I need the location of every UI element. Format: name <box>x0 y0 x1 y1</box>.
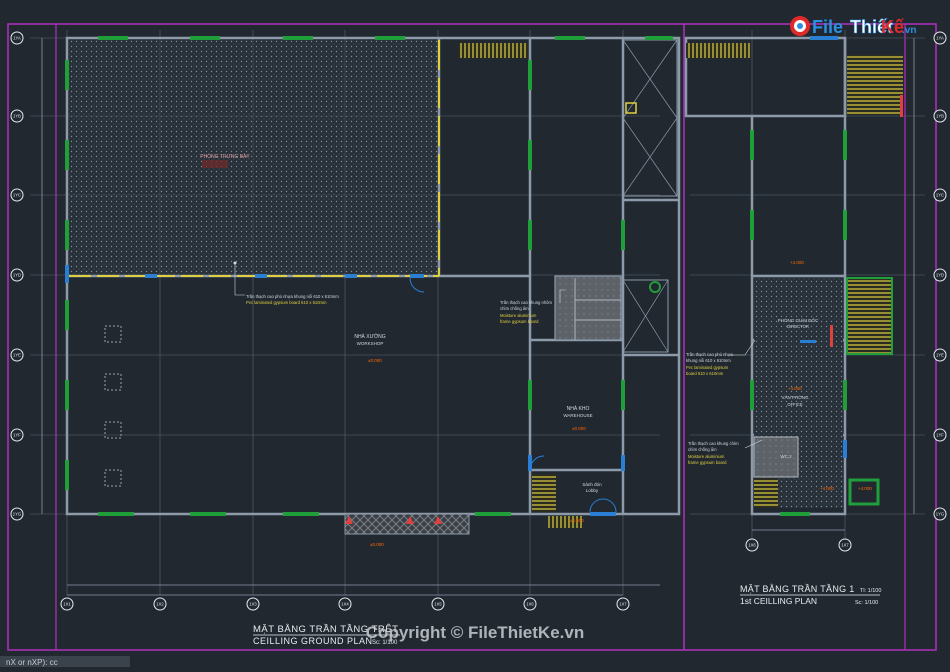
ceiling-plan-drawing: 1X1 1X2 1X3 1X4 1X5 1X6 1X7 1YA 1YA 1YB 1YB 1YC 1YC 1… <box>0 16 947 667</box>
logo-suffix: .vn <box>902 25 916 36</box>
grid-x-2-label: 1X3 <box>249 602 257 607</box>
svg-text:+4.000: +4.000 <box>820 486 834 491</box>
grid-y-right-2-label: 1YC <box>936 193 944 198</box>
showroom-label-box <box>202 160 228 168</box>
grid-x-6-label: 1X7 <box>619 602 627 607</box>
svg-text:+4.000: +4.000 <box>790 260 804 265</box>
room-label-office-en: OFFICE <box>787 402 803 407</box>
room-label-lobby: Sảnh đón <box>582 482 602 487</box>
first-plan-title: MẶT BẰNG TRẦN TẦNG 1 <box>740 584 855 594</box>
skylight-squares <box>104 325 122 487</box>
note-wc2-en-1: Moisture aluminium <box>688 454 725 459</box>
room-label-lobby-en: Lobby <box>586 488 599 493</box>
first-lobby-stair <box>754 478 778 508</box>
room-label-director: PHÒNG GIÁM ĐỐC <box>778 317 819 323</box>
stair-first-right <box>847 55 903 115</box>
svg-text:±0.000: ±0.000 <box>572 426 586 431</box>
pipe-icon <box>649 281 661 293</box>
grid-y-right-6-label: 1YG <box>936 512 944 517</box>
stair-first-middle <box>846 277 893 355</box>
grid-y-left-6-label: 1YG <box>13 512 21 517</box>
first-plan-scale-tl: Tl: 1/100 <box>860 588 881 594</box>
svg-text:±0.000: ±0.000 <box>368 358 382 363</box>
first-plan-title-en: 1st CEILLING PLAN <box>740 596 817 606</box>
logo-prefix: File <box>812 17 843 37</box>
grid-y-left-1-label: 1YB <box>13 114 21 119</box>
room-label-warehouse: NHÀ KHO <box>567 405 590 412</box>
room-label-showroom: PHÒNG TRƯNG BÀY <box>200 153 250 160</box>
room-label-workshop-en: WORKSHOP <box>357 341 384 346</box>
grid-y-left-5-label: 1YF <box>13 433 21 438</box>
note-showroom-en: Pvc laminated gypsum board 610 x 610mm <box>246 300 327 305</box>
grid-y-right-1-label: 1YB <box>936 114 944 119</box>
cad-drawing-viewport[interactable]: 1X1 1X2 1X3 1X4 1X5 1X6 1X7 1YA 1YA 1YB 1YB 1YC 1YC 1… <box>0 0 950 667</box>
grid-x-3-label: 1X4 <box>341 602 349 607</box>
svg-text:+4.000: +4.000 <box>788 386 802 391</box>
first-grid-x-1-label: 1X7 <box>841 543 849 548</box>
grid-x-5-label: 1X6 <box>526 602 534 607</box>
svg-text:±0.000: ±0.000 <box>570 518 584 523</box>
note-wc2-vi-2: chìm chống ẩm <box>688 447 717 452</box>
room-label-workshop: NHÀ XƯỞNG <box>354 333 385 340</box>
note-office-en-2: board 610 x 610mm <box>686 371 724 376</box>
grid-x-4-label: 1X5 <box>434 602 442 607</box>
note-wc-vi-1: Trần thạch cao khung nhôm <box>500 300 552 305</box>
grid-y-right-0-label: 1YA <box>936 36 944 41</box>
first-plan-scale: Sc: 1/100 <box>855 600 878 606</box>
wc-ground-ceiling <box>554 275 622 341</box>
note-wc-vi-2: chìm chống ẩm <box>500 306 529 311</box>
grid-y-right-3-label: 1YD <box>936 273 944 278</box>
grid-y-left-2-label: 1YC <box>13 193 21 198</box>
note-wc2-en-2: frame gypsum board <box>688 460 727 465</box>
first-red-mark-2 <box>830 325 833 347</box>
grid-x-1-label: 1X2 <box>156 602 164 607</box>
command-line-text: nX or nXP): cc <box>6 658 58 667</box>
note-showroom-vi: Trần thạch cao phủ nhựa khung nổi 610 x … <box>246 294 339 299</box>
balcony <box>848 478 880 506</box>
note-wc-en-2: frame gypsum board <box>500 319 539 324</box>
grid-y-left-4-label: 1YE <box>13 353 21 358</box>
room-label-warehouse-en: WAREHOUSE <box>563 413 592 418</box>
grid-y-left-3-label: 1YD <box>13 273 21 278</box>
filethietke-logo: File Thiết Kế .vn <box>790 16 916 37</box>
room-label-wc2: WC 2 <box>780 454 792 459</box>
stair-ground-top <box>458 43 528 58</box>
ground-plan-title-en: CEILLING GROUND PLAN <box>253 636 373 646</box>
grid-y-right-4-label: 1YE <box>936 353 944 358</box>
first-grid-x-0-label: 1X6 <box>748 543 756 548</box>
grid-y-left-0-label: 1YA <box>13 36 21 41</box>
note-office-vi-2: khung nổi 610 x 610mm <box>686 358 731 363</box>
stair-first-top <box>686 43 750 58</box>
note-office-en-1: Pvc laminated gypsum <box>686 365 729 370</box>
showroom-ceiling-hatch <box>69 40 439 276</box>
note-wc-en-1: Moisture aluminium <box>500 313 537 318</box>
note-office-vi-1: Trần thạch cao phủ nhựa <box>686 352 734 357</box>
first-red-mark <box>900 95 903 117</box>
elevator-shaft <box>622 39 678 197</box>
grid-x-0-label: 1X1 <box>63 602 71 607</box>
note-wc2-vi-1: Trần thạch cao khung chìm <box>688 441 739 446</box>
grid-y-right-5-label: 1YF <box>936 433 944 438</box>
svg-text:+4.000: +4.000 <box>858 486 872 491</box>
lobby-stair <box>532 474 556 512</box>
svg-text:±0.000: ±0.000 <box>370 542 384 547</box>
copyright-watermark: Copyright © FileThietKe.vn <box>366 623 584 642</box>
room-label-office: VĂN PHÒNG <box>781 394 809 400</box>
room-label-director-en: DIRECTOR <box>787 324 809 329</box>
note-leaders <box>234 263 763 449</box>
